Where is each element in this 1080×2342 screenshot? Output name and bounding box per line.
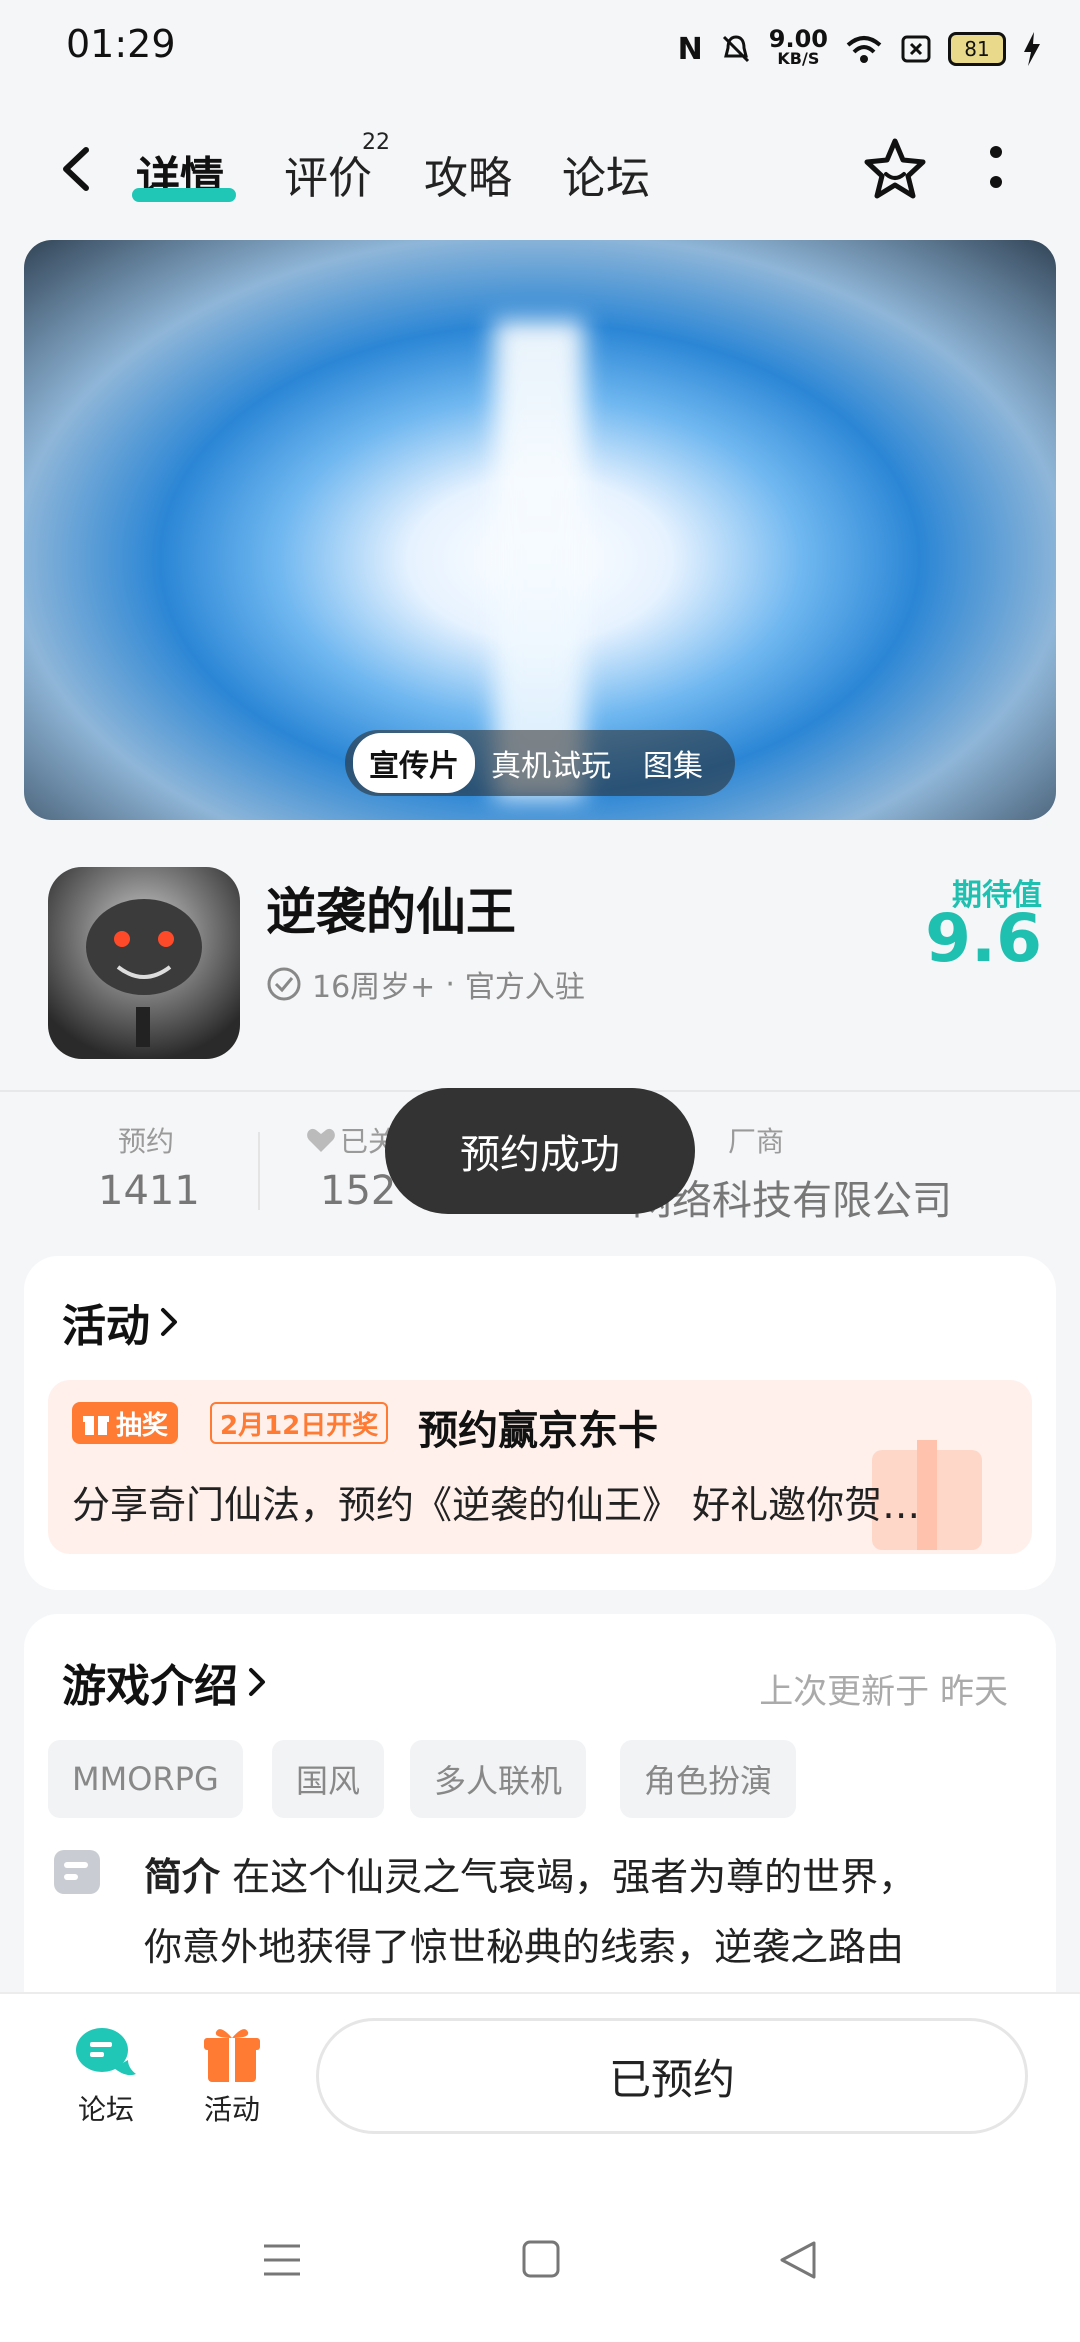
- nfc-icon: N: [677, 31, 703, 67]
- forum-chat-icon: [76, 2028, 136, 2076]
- network-speed: 9.00 KB/S: [768, 25, 828, 68]
- draw-date-tag: 2月12日开奖: [210, 1402, 389, 1444]
- tab-active-indicator: [132, 188, 236, 202]
- tag-chip[interactable]: 多人联机: [410, 1740, 587, 1818]
- last-updated: 上次更新于 昨天: [759, 1672, 1008, 1712]
- follow-count: 152: [320, 1168, 397, 1214]
- activity-header[interactable]: 活动: [62, 1290, 180, 1354]
- reviews-count-badge: 22: [362, 130, 390, 155]
- summary-icon: [54, 1850, 100, 1894]
- forum-label: 论坛: [77, 2093, 134, 2126]
- media-segment-control: 宣传片 真机试玩 图集: [345, 730, 735, 796]
- lottery-tag: 抽奖: [72, 1402, 179, 1444]
- back-arrow-icon[interactable]: [56, 144, 96, 194]
- verified-check-icon: [267, 967, 301, 1001]
- promo-title: 预约赢京东卡: [418, 1408, 658, 1454]
- segment-gallery[interactable]: 图集: [627, 733, 719, 793]
- forum-shortcut[interactable]: 论坛: [72, 2022, 140, 2128]
- back-nav-icon[interactable]: [778, 2240, 818, 2280]
- age-rating: 16周岁+: [312, 970, 436, 1005]
- home-nav-icon[interactable]: [522, 2240, 560, 2278]
- top-nav: 详情 评价 22 攻略 论坛: [0, 120, 1080, 220]
- expectation-score: 9.6: [925, 900, 1042, 977]
- segment-trailer[interactable]: 宣传片: [353, 733, 475, 793]
- follow-label: 已关: [306, 1120, 396, 1160]
- intro-summary: 简介 在这个仙灵之气衰竭，强者为尊的世界， 你意外地获得了惊世秘典的线索，逆袭之…: [144, 1855, 917, 1969]
- stats-separator: [258, 1132, 260, 1210]
- segment-gameplay[interactable]: 真机试玩: [475, 733, 627, 793]
- game-icon: [48, 867, 240, 1059]
- mute-icon: [722, 35, 749, 63]
- chevron-right-icon: [161, 1308, 177, 1336]
- promo-description: 分享奇门仙法，预约《逆袭的仙王》 好礼邀你贺…: [72, 1483, 921, 1527]
- more-options-icon[interactable]: [986, 142, 1006, 196]
- toast-message: 预约成功: [385, 1088, 695, 1214]
- vendor-label: 厂商: [728, 1125, 785, 1158]
- gift-icon: [83, 1416, 109, 1435]
- game-title: 逆袭的仙王: [266, 883, 516, 941]
- charging-icon: [1024, 32, 1040, 66]
- tab-guides[interactable]: 攻略: [424, 142, 512, 206]
- status-bar: 01:29 N 9.00 KB/S 81: [0, 0, 1080, 96]
- chevron-right-icon: [249, 1668, 265, 1696]
- status-time: 01:29: [66, 22, 176, 66]
- tag-chip[interactable]: 国风: [272, 1740, 385, 1818]
- official-label: 官方入驻: [464, 970, 585, 1005]
- reserve-count-label: 预约: [118, 1125, 175, 1158]
- wifi-icon: [846, 36, 882, 63]
- tag-chip[interactable]: MMORPG: [48, 1740, 243, 1818]
- heart-icon: [307, 1128, 335, 1152]
- battery-indicator: 81: [948, 32, 1006, 66]
- reserved-button[interactable]: 已预约: [316, 2018, 1028, 2134]
- activity-shortcut[interactable]: 活动: [198, 2022, 266, 2128]
- tag-chip[interactable]: 角色扮演: [620, 1740, 797, 1818]
- star-favorite-icon[interactable]: [862, 136, 928, 202]
- game-meta: 16周岁+ · 官方入驻: [266, 962, 585, 1006]
- status-icons: N 9.00 KB/S 81: [678, 26, 1042, 72]
- gift-box-icon: [204, 2029, 260, 2082]
- sim-icon: [901, 35, 931, 63]
- tab-reviews[interactable]: 评价 22: [284, 130, 390, 206]
- tab-forum[interactable]: 论坛: [562, 142, 650, 206]
- activity-label: 活动: [203, 2093, 260, 2126]
- reserve-count: 1411: [98, 1168, 200, 1214]
- menu-nav-icon[interactable]: [262, 2240, 302, 2280]
- intro-header[interactable]: 游戏介绍: [62, 1650, 268, 1714]
